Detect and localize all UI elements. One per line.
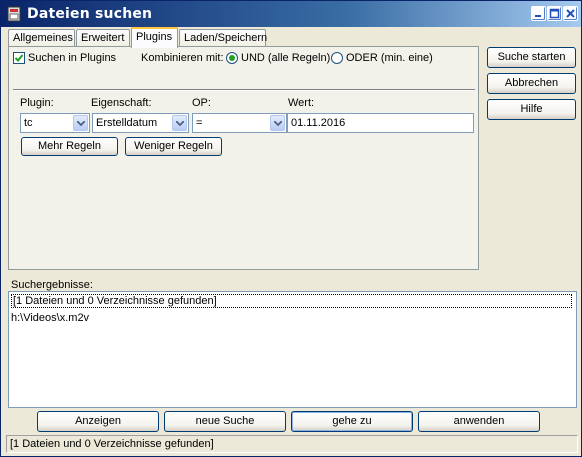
view-button[interactable]: Anzeigen [37, 411, 159, 432]
value-input-text: 01.11.2016 [291, 117, 346, 129]
op-select-value: = [196, 117, 203, 129]
op-select[interactable]: = [192, 113, 287, 133]
rules-divider [13, 89, 475, 91]
dropdown-button[interactable] [73, 115, 88, 131]
maximize-button[interactable] [547, 6, 562, 21]
list-item[interactable]: [1 Dateien und 0 Verzeichnisse gefunden] [11, 294, 572, 308]
plugin-select[interactable]: tc [20, 113, 90, 133]
title-bar[interactable]: Dateien suchen [1, 1, 581, 27]
plugin-select-value: tc [24, 117, 33, 129]
dropdown-arrow-icon [274, 121, 282, 126]
start-search-button[interactable]: Suche starten [487, 47, 576, 68]
window-title: Dateien suchen [27, 6, 153, 22]
tab-erweitert[interactable]: Erweitert [76, 29, 130, 47]
goto-button[interactable]: gehe zu [291, 411, 413, 432]
tab-label: Plugins [136, 31, 173, 43]
property-select-value: Erstelldatum [96, 117, 158, 129]
status-bar: [1 Dateien und 0 Verzeichnisse gefunden] [6, 435, 578, 453]
maximize-icon [549, 8, 560, 19]
property-select[interactable]: Erstelldatum [92, 113, 189, 133]
column-property: Eigenschaft: [91, 97, 152, 109]
minimize-icon [535, 15, 541, 17]
search-in-plugins-checkbox[interactable] [13, 52, 25, 64]
tab-label: Erweitert [81, 32, 125, 44]
fewer-rules-button[interactable]: Weniger Regeln [125, 137, 222, 156]
minimize-button[interactable] [531, 6, 546, 21]
search-in-plugins-label[interactable]: Suchen in Plugins [28, 52, 116, 64]
value-input[interactable]: 01.11.2016 [287, 113, 474, 133]
combine-or-radio[interactable] [331, 52, 343, 64]
tab-plugins[interactable]: Plugins [131, 27, 178, 48]
results-label: Suchergebnisse: [11, 279, 93, 291]
new-search-button[interactable]: neue Suche [164, 411, 286, 432]
column-value: Wert: [288, 97, 315, 109]
close-button[interactable] [563, 6, 578, 21]
close-icon [566, 9, 575, 18]
dropdown-button[interactable] [270, 115, 285, 131]
apply-button[interactable]: anwenden [418, 411, 540, 432]
tab-label: Laden/Speichern [184, 32, 268, 44]
column-op: OP: [192, 97, 211, 109]
results-list[interactable]: [1 Dateien und 0 Verzeichnisse gefunden]… [8, 291, 577, 408]
combine-and-radio[interactable] [226, 52, 238, 64]
dropdown-button[interactable] [172, 115, 187, 131]
tab-allgemeines[interactable]: Allgemeines [8, 29, 75, 47]
combine-label: Kombinieren mit: [141, 52, 224, 64]
check-icon [14, 54, 24, 62]
dropdown-arrow-icon [176, 121, 184, 126]
tab-laden-speichern[interactable]: Laden/Speichern [179, 29, 268, 47]
dropdown-arrow-icon [77, 121, 85, 126]
app-icon [7, 6, 21, 22]
more-rules-button[interactable]: Mehr Regeln [21, 137, 118, 156]
combine-or-label[interactable]: ODER (min. eine) [346, 52, 433, 64]
column-plugin: Plugin: [20, 97, 54, 109]
list-item[interactable]: h:\Videos\x.m2v [11, 312, 89, 324]
combine-and-label[interactable]: UND (alle Regeln) [241, 52, 330, 64]
plugins-tab-panel [8, 46, 479, 270]
search-dialog: Dateien suchen Allgemeines Erweitert Plu… [0, 0, 582, 457]
cancel-button[interactable]: Abbrechen [487, 73, 576, 94]
help-button[interactable]: Hilfe [487, 99, 576, 120]
tab-label: Allgemeines [13, 32, 73, 44]
